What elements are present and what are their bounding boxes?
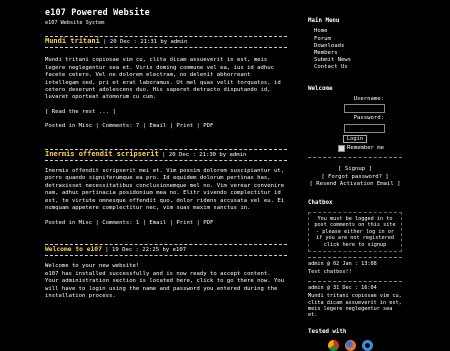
menu-item-home[interactable]: Home: [314, 28, 327, 34]
menu-item-members[interactable]: Members: [314, 50, 338, 56]
menu-item-downloads[interactable]: Downloads: [314, 43, 344, 49]
post-body: Inermis offendit scripserit mei et. Vim …: [45, 168, 287, 227]
post-footer[interactable]: Posted in Misc | Comments: 7 | Email | P…: [45, 123, 287, 130]
news-post: Welcome to e107 | 19 Dec : 22:25 by e107…: [45, 243, 287, 300]
divider: [308, 256, 402, 258]
site-title: e107 Powered Website: [45, 7, 150, 17]
post-text: Inermis offendit scripserit mei et. Vim …: [45, 168, 285, 212]
remember-me: Remember me: [338, 144, 402, 153]
post-body: Mundi tritani copiosae vim cu, clita dic…: [45, 57, 287, 130]
news-post: Mundi tritani | 20 Dec : 21:31 by admin …: [45, 36, 287, 131]
chat-message: admin @ 31 Dec : 16:04 Mundi tritani cop…: [308, 285, 402, 319]
password-input[interactable]: [344, 123, 385, 133]
post-text: Mundi tritani copiosae vim cu, clita dic…: [45, 57, 281, 101]
divider: [308, 280, 402, 282]
main-menu: Home Forum Downloads Members Submit News…: [314, 28, 402, 71]
read-more-link[interactable]: [ Read the rest ... ]: [45, 109, 116, 115]
resend-activation-link[interactable]: [ Resend Activation Email ]: [310, 181, 401, 187]
remember-label: Remember me: [347, 144, 385, 151]
password-label: Password:: [353, 115, 384, 122]
site-subtitle: e107 Website System: [45, 20, 105, 26]
main-content: Mundi tritani | 20 Dec : 21:31 by admin …: [45, 36, 287, 307]
chat-text: Test chatbox!!: [308, 269, 352, 276]
post-header: Mundi tritani | 20 Dec : 21:31 by admin: [45, 36, 287, 49]
remember-checkbox[interactable]: [338, 145, 345, 153]
post-footer[interactable]: Posted in Misc | Comments: 1 | Email | P…: [45, 220, 287, 227]
chatbox-title: Chatbox: [308, 200, 333, 207]
post-title-link[interactable]: Mundi tritani: [45, 37, 100, 45]
menu-item-submit-news[interactable]: Submit News: [314, 57, 351, 63]
chat-author: admin @ 02 Jan : 13:08: [308, 260, 377, 267]
post-meta: | 20 Dec : 21:30 by admin: [158, 151, 247, 158]
post-header: Inermis offendit scripserit | 20 Dec : 2…: [45, 148, 287, 162]
divider: [308, 157, 402, 159]
username-input[interactable]: [344, 104, 385, 114]
welcome-title: Welcome: [308, 85, 333, 92]
username-label: Username:: [353, 96, 384, 103]
chatbox-notice[interactable]: You must be logged in to post comments o…: [308, 211, 402, 252]
menu-item-forum[interactable]: Forum: [314, 36, 331, 42]
main-menu-title: Main Menu: [308, 18, 340, 24]
tested-with-title: Tested with: [308, 328, 347, 335]
chat-message: admin @ 02 Jan : 13:08 Test chatbox!!: [308, 261, 402, 276]
post-meta: | 20 Dec : 21:31 by admin: [99, 39, 188, 45]
account-links: [ Signup ] [ Forgot password? ] [ Resend…: [308, 166, 402, 188]
post-title-link[interactable]: Inermis offendit scripserit: [45, 150, 159, 158]
post-header: Welcome to e107 | 19 Dec : 22:25 by e107: [45, 243, 287, 257]
signup-link[interactable]: [ Signup ]: [338, 166, 372, 172]
post-text: Welcome to your new website! e107 has in…: [45, 263, 285, 299]
chat-text: Mundi tritani copiosae vim cu, clita dic…: [308, 293, 402, 319]
post-title-link[interactable]: Welcome to e107: [45, 246, 102, 253]
login-button[interactable]: Login: [343, 134, 367, 143]
forgot-password-link[interactable]: [ Forgot password? ]: [321, 174, 388, 180]
news-post: Inermis offendit scripserit | 20 Dec : 2…: [45, 148, 287, 227]
menu-item-contact[interactable]: Contact Us: [314, 64, 348, 70]
chat-author: admin @ 31 Dec : 16:04: [308, 284, 377, 291]
post-meta: | 19 Dec : 22:25 by e107: [101, 246, 187, 253]
sidebar: Main Menu Home Forum Downloads Members S…: [308, 18, 402, 351]
